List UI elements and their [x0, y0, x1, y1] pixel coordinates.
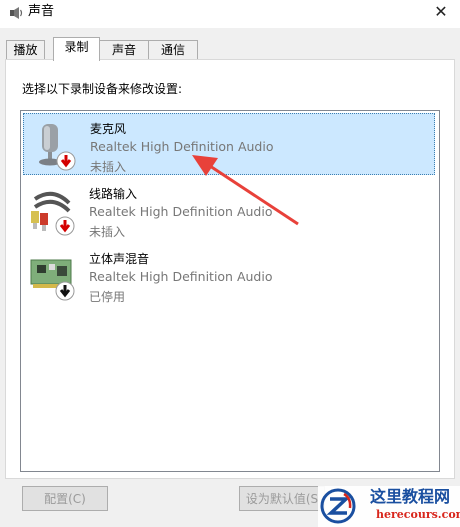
configure-button[interactable]: 配置(C) — [22, 486, 108, 511]
window-title: 声音 — [28, 4, 55, 19]
tab-sounds[interactable]: 声音 — [99, 40, 149, 60]
watermark-url: herecours.com — [376, 508, 460, 521]
tab-communications[interactable]: 通信 — [148, 40, 198, 60]
tab-recording[interactable]: 录制 — [53, 37, 100, 61]
device-name: 线路输入 — [89, 187, 138, 201]
speaker-icon — [10, 7, 23, 19]
device-name: 麦克风 — [90, 122, 127, 136]
close-icon: ✕ — [434, 2, 448, 21]
line-in-cable-icon — [31, 191, 75, 236]
device-item-stereo-mix[interactable]: 立体声混音 Realtek High Definition Audio 已停用 — [23, 244, 435, 306]
device-description: Realtek High Definition Audio — [89, 269, 273, 284]
device-status: 未插入 — [89, 225, 126, 239]
close-button[interactable]: ✕ — [428, 1, 454, 23]
instruction-text: 选择以下录制设备来修改设置: — [22, 82, 183, 96]
title-bar: 声音 ✕ — [0, 0, 460, 28]
tab-playback[interactable]: 播放 — [6, 40, 45, 60]
recording-panel: 选择以下录制设备来修改设置: 麦克风 Realtek High Definiti… — [5, 59, 455, 479]
device-description: Realtek High Definition Audio — [89, 204, 273, 219]
sound-card-icon — [30, 259, 75, 301]
device-description: Realtek High Definition Audio — [90, 139, 274, 154]
site-watermark: 这里教程网 herecours.com — [318, 486, 460, 527]
device-item-line-in[interactable]: 线路输入 Realtek High Definition Audio 未插入 — [23, 179, 435, 241]
watermark-logo-icon — [320, 488, 356, 524]
set-default-button[interactable]: 设为默认值(S — [239, 486, 325, 511]
device-status: 已停用 — [89, 290, 126, 304]
device-list[interactable]: 麦克风 Realtek High Definition Audio 未插入 线路… — [20, 110, 440, 472]
device-status: 未插入 — [90, 160, 127, 174]
watermark-title: 这里教程网 — [370, 487, 451, 506]
device-name: 立体声混音 — [89, 252, 150, 266]
microphone-icon — [39, 124, 76, 171]
device-item-microphone[interactable]: 麦克风 Realtek High Definition Audio 未插入 — [23, 113, 435, 175]
